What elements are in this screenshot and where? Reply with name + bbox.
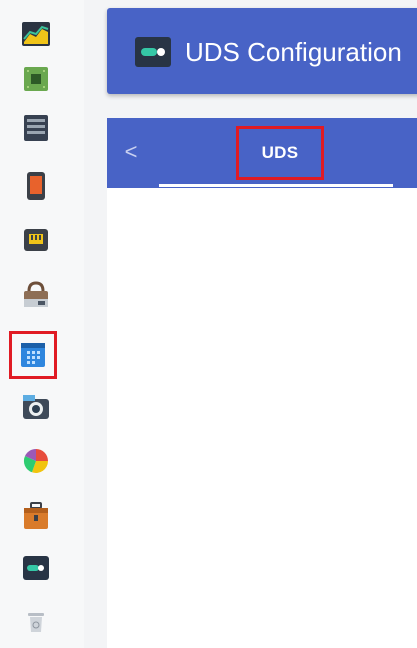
calendar-grid-icon[interactable] <box>9 331 57 379</box>
uds-toggle-icon <box>135 37 171 67</box>
system-monitor-icon[interactable] <box>20 18 52 50</box>
tab-bar: < UDS <box>107 118 417 188</box>
camera-icon[interactable] <box>20 391 52 423</box>
active-tab-indicator <box>159 184 393 187</box>
pie-chart-icon[interactable] <box>20 445 52 477</box>
uds-toggle-icon[interactable] <box>20 552 52 584</box>
briefcase-icon[interactable] <box>20 500 52 532</box>
toggle-knob <box>157 48 165 56</box>
page-title: UDS Configuration <box>185 37 402 67</box>
content-panel <box>107 188 417 648</box>
app-dock <box>0 0 84 648</box>
storage-drive-icon[interactable] <box>20 112 52 144</box>
package-installer-icon[interactable] <box>20 279 52 311</box>
trash-icon[interactable] <box>20 606 52 638</box>
chevron-left-icon[interactable]: < <box>121 139 141 165</box>
network-port-icon[interactable] <box>20 224 52 256</box>
cpu-chip-icon[interactable] <box>20 63 52 95</box>
mobile-device-icon[interactable] <box>20 170 52 202</box>
tab-label: UDS <box>261 143 299 162</box>
toggle-track <box>141 48 157 56</box>
page-header: UDS Configuration <box>107 8 417 94</box>
tab-uds[interactable]: UDS <box>236 126 324 180</box>
app-window: UDS Configuration < UDS <box>0 0 417 648</box>
